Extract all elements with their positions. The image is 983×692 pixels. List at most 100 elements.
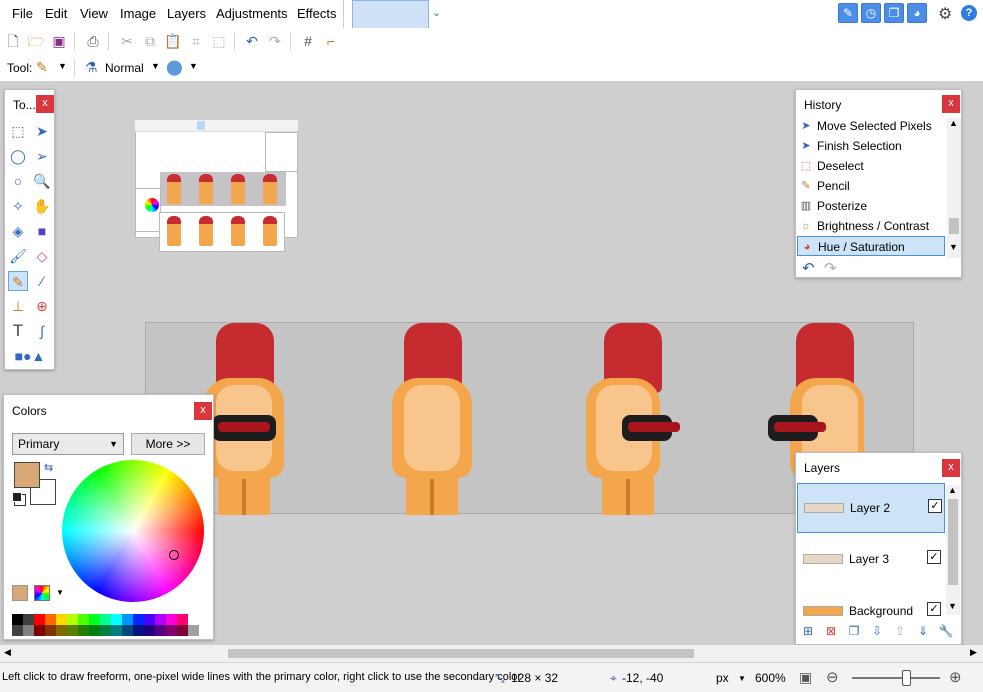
history-redo-icon[interactable]: ↷ — [824, 259, 837, 277]
gradient-icon[interactable]: ■ — [32, 221, 52, 241]
palette-swatch[interactable] — [100, 614, 111, 625]
tools-panel-close-button[interactable]: x — [36, 95, 54, 113]
palette-swatch[interactable] — [166, 614, 177, 625]
layer-visibility-checkbox[interactable]: ✓ — [927, 602, 941, 616]
redo-icon[interactable]: ↷ — [266, 32, 284, 50]
palette-swatch[interactable] — [133, 614, 144, 625]
antialiasing-icon[interactable]: ⬤ — [166, 58, 183, 76]
layer-visibility-checkbox[interactable]: ✓ — [928, 499, 942, 513]
antialiasing-dropdown-arrow-icon[interactable]: ▼ — [189, 61, 198, 71]
move-selected-pixels-icon[interactable]: ➤ — [32, 121, 52, 141]
colors-window-toggle-icon[interactable]: ◕ — [907, 3, 927, 23]
palette-swatch[interactable] — [45, 625, 56, 636]
zoom-in-icon[interactable]: ⊕ — [949, 668, 962, 686]
blend-mode-dropdown-arrow-icon[interactable]: ▼ — [151, 61, 160, 71]
palette-swatch[interactable] — [89, 625, 100, 636]
save-icon[interactable]: ▣ — [50, 32, 68, 50]
merge-layer-down-icon[interactable]: ⇩ — [869, 623, 885, 639]
undo-icon[interactable]: ↶ — [243, 32, 261, 50]
open-file-icon[interactable]: 🗁 — [27, 32, 45, 50]
horizontal-scrollbar[interactable]: ◀ ▶ — [0, 645, 983, 662]
ellipse-select-icon[interactable]: ○ — [8, 171, 28, 191]
palette-swatch[interactable] — [100, 625, 111, 636]
rectangle-select-icon[interactable]: ⬚ — [8, 121, 28, 141]
pan-icon[interactable]: ✋ — [32, 196, 52, 216]
shapes-icon[interactable]: ■●▲ — [8, 346, 52, 366]
layers-panel-close-button[interactable]: x — [942, 459, 960, 477]
color-mode-select[interactable]: Primary ▼ — [12, 433, 124, 455]
eraser-icon[interactable]: ◇ — [32, 246, 52, 266]
palette-swatch[interactable] — [111, 625, 122, 636]
add-layer-icon[interactable]: ⊞ — [800, 623, 816, 639]
layers-scroll-thumb[interactable] — [948, 499, 958, 585]
history-item[interactable]: ✎ Pencil — [797, 176, 945, 196]
palette-swatch[interactable] — [188, 625, 199, 636]
palette-swatch[interactable] — [144, 614, 155, 625]
primary-color-swatch[interactable] — [14, 462, 40, 488]
scroll-down-icon[interactable]: ▼ — [948, 601, 957, 611]
palette-swatch[interactable] — [56, 614, 67, 625]
palette-swatch[interactable] — [122, 625, 133, 636]
recolor-icon[interactable]: ⊕ — [32, 296, 52, 316]
crop-to-selection-icon[interactable]: ⌗ — [187, 32, 205, 50]
grid-icon[interactable]: # — [299, 32, 317, 50]
scroll-right-icon[interactable]: ▶ — [970, 647, 977, 658]
text-icon[interactable]: T — [8, 321, 28, 341]
palette-swatch[interactable] — [67, 614, 78, 625]
scroll-left-icon[interactable]: ◀ — [4, 647, 11, 658]
clone-stamp-icon[interactable]: ⊥ — [8, 296, 28, 316]
palette-swatch[interactable] — [166, 625, 177, 636]
tool-dropdown-arrow-icon[interactable]: ▼ — [58, 61, 67, 71]
layer-row[interactable]: Layer 3 ✓ — [797, 535, 945, 585]
zoom-slider[interactable] — [852, 670, 940, 686]
palette-swatch[interactable] — [144, 625, 155, 636]
color-wheel-marker[interactable] — [169, 550, 179, 560]
history-item[interactable]: ▥ Posterize — [797, 196, 945, 216]
palette-swatch[interactable] — [67, 625, 78, 636]
palette-swatch[interactable] — [78, 614, 89, 625]
lasso-select-icon[interactable]: ◯ — [8, 146, 28, 166]
palette-swatch[interactable] — [23, 625, 34, 636]
menu-effects[interactable]: Effects — [297, 6, 337, 21]
zoom-icon[interactable]: 🔍 — [32, 171, 52, 191]
palette-swatch[interactable] — [177, 614, 188, 625]
cut-icon[interactable]: ✂ — [118, 32, 136, 50]
tools-window-toggle-icon[interactable]: ✎ — [838, 3, 858, 23]
menu-file[interactable]: File — [12, 6, 33, 21]
palette-swatch[interactable] — [122, 614, 133, 625]
history-item[interactable]: ➤ Move Selected Pixels — [797, 116, 945, 136]
palette-swatch[interactable] — [78, 625, 89, 636]
blend-mode-select[interactable]: Normal — [105, 61, 144, 75]
move-layer-up-icon[interactable]: ⇧ — [892, 623, 908, 639]
layers-window-toggle-icon[interactable]: ❐ — [884, 3, 904, 23]
history-panel-close-button[interactable]: x — [942, 95, 960, 113]
layer-row-selected[interactable]: Layer 2 ✓ — [797, 483, 945, 533]
swap-colors-icon[interactable]: ⇆ — [44, 461, 53, 474]
history-item[interactable]: ☼ Brightness / Contrast — [797, 216, 945, 236]
reset-colors-icon[interactable] — [12, 492, 22, 502]
layer-row[interactable]: Background ✓ — [797, 587, 945, 619]
layer-properties-icon[interactable]: 🔧 — [938, 623, 954, 639]
layers-scrollbar[interactable]: ▲ ▼ — [946, 485, 960, 615]
zoom-level[interactable]: 600% — [755, 671, 786, 685]
history-item-selected[interactable]: ◕ Hue / Saturation — [797, 236, 945, 256]
color-palette[interactable] — [12, 614, 206, 636]
zoom-slider-handle[interactable] — [902, 670, 911, 686]
palette-swatch[interactable] — [12, 625, 23, 636]
units-dropdown-arrow-icon[interactable]: ▼ — [738, 674, 746, 683]
palette-swatch[interactable] — [56, 625, 67, 636]
menu-image[interactable]: Image — [120, 6, 156, 21]
color-picker-icon[interactable]: ⁄ — [32, 271, 52, 291]
paint-bucket-icon[interactable]: ◈ — [8, 221, 28, 241]
units-select[interactable]: px — [716, 671, 729, 685]
menu-view[interactable]: View — [80, 6, 108, 21]
duplicate-layer-icon[interactable]: ❐ — [846, 623, 862, 639]
paste-icon[interactable]: 📋 — [164, 32, 182, 50]
palette-swatch[interactable] — [155, 625, 166, 636]
palette-swatch[interactable] — [133, 625, 144, 636]
menu-edit[interactable]: Edit — [45, 6, 67, 21]
palette-swatch[interactable] — [89, 614, 100, 625]
palette-dropdown-arrow-icon[interactable]: ▼ — [56, 588, 64, 597]
color-wheel[interactable] — [62, 460, 204, 602]
delete-layer-icon[interactable]: ⊠ — [823, 623, 839, 639]
